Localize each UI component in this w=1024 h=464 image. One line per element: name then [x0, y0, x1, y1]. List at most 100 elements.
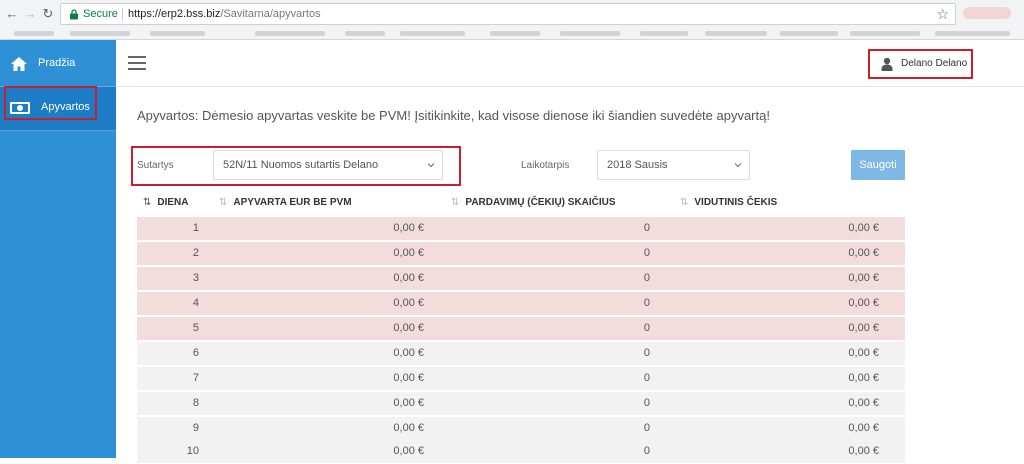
- column-header-average[interactable]: ⇅ VIDUTINIS ČEKIS: [680, 197, 777, 208]
- turnover-cell[interactable]: 0,00 €: [217, 422, 424, 434]
- count-cell[interactable]: 0: [437, 322, 650, 334]
- contract-label: Sutartys: [137, 160, 174, 171]
- count-cell[interactable]: 0: [437, 247, 650, 259]
- url-text: https://erp2.bss.biz/Savitarna/apyvartos: [128, 8, 321, 20]
- bookmark-item[interactable]: [490, 31, 540, 36]
- contract-select[interactable]: 52N/11 Nuomos sutartis Delano: [213, 150, 443, 180]
- turnover-cell[interactable]: 0,00 €: [217, 372, 424, 384]
- menu-toggle-icon[interactable]: [128, 56, 146, 70]
- turnover-cell[interactable]: 0,00 €: [217, 397, 424, 409]
- turnover-cell[interactable]: 0,00 €: [217, 347, 424, 359]
- page-notice: Apyvartos: Dėmesio apyvartas veskite be …: [137, 108, 770, 123]
- sort-icon: ⇅: [451, 197, 460, 208]
- sort-icon: ⇅: [680, 197, 689, 208]
- chevron-down-icon: [734, 163, 742, 168]
- url-path: /Savitarna/apyvartos: [220, 8, 321, 20]
- bookmark-item[interactable]: [560, 31, 620, 36]
- day-cell: 8: [192, 397, 199, 409]
- table-header: ⇅ DIENA ⇅ APYVARTA EUR BE PVM ⇅ PARDAVIMŲ (…: [137, 193, 905, 215]
- table-row[interactable]: 6 0,00 € 0 0,00 €: [137, 342, 905, 366]
- average-cell: 0,00 €: [848, 347, 879, 359]
- day-cell: 5: [192, 322, 199, 334]
- column-header-label: VIDUTINIS ČEKIS: [694, 197, 778, 208]
- bookmark-item[interactable]: [705, 31, 767, 36]
- bookmark-item[interactable]: [345, 31, 385, 36]
- average-cell: 0,00 €: [848, 272, 879, 284]
- column-header-turnover[interactable]: ⇅ APYVARTA EUR BE PVM: [219, 197, 352, 208]
- bookmark-item[interactable]: [400, 31, 465, 36]
- table-row[interactable]: 1 0,00 € 0 0,00 €: [137, 217, 905, 241]
- turnover-cell[interactable]: 0,00 €: [217, 445, 424, 457]
- table-row[interactable]: 2 0,00 € 0 0,00 €: [137, 242, 905, 266]
- forward-icon[interactable]: →: [22, 6, 38, 22]
- column-header-label: DIENA: [157, 197, 189, 208]
- bookmark-item[interactable]: [70, 31, 130, 36]
- bookmark-item[interactable]: [255, 31, 325, 36]
- day-cell: 2: [192, 247, 199, 259]
- average-cell: 0,00 €: [848, 372, 879, 384]
- period-label: Laikotarpis: [521, 160, 570, 171]
- table-row[interactable]: 3 0,00 € 0 0,00 €: [137, 267, 905, 291]
- user-menu[interactable]: Delano Delano: [868, 49, 973, 79]
- count-cell[interactable]: 0: [437, 297, 650, 309]
- reload-icon[interactable]: ↻: [40, 6, 56, 22]
- address-bar[interactable]: Secure https://erp2.bss.biz/Savitarna/ap…: [60, 3, 956, 25]
- table-row[interactable]: 9 0,00 € 0 0,00 €: [137, 417, 905, 441]
- turnover-cell[interactable]: 0,00 €: [217, 297, 424, 309]
- sort-icon: ⇅: [143, 197, 152, 208]
- period-select[interactable]: 2018 Sausis: [597, 150, 750, 180]
- bookmarks-bar: [0, 28, 1024, 39]
- count-cell[interactable]: 0: [437, 347, 650, 359]
- browser-chrome: ← → ↻ Secure https://erp2.bss.biz/Savita…: [0, 0, 1024, 40]
- day-cell: 3: [192, 272, 199, 284]
- count-cell[interactable]: 0: [437, 445, 650, 457]
- bookmark-item[interactable]: [935, 31, 1010, 36]
- address-separator: [122, 8, 123, 21]
- sidebar-divider: [0, 130, 116, 131]
- contract-value: 52N/11 Nuomos sutartis Delano: [223, 159, 379, 171]
- day-cell: 10: [186, 445, 199, 457]
- extension-icon[interactable]: [963, 7, 1011, 19]
- table-row[interactable]: 4 0,00 € 0 0,00 €: [137, 292, 905, 316]
- save-button[interactable]: Saugoti: [851, 150, 905, 180]
- day-cell: 6: [192, 347, 199, 359]
- turnover-cell[interactable]: 0,00 €: [217, 272, 424, 284]
- average-cell: 0,00 €: [848, 397, 879, 409]
- count-cell[interactable]: 0: [437, 422, 650, 434]
- column-header-day[interactable]: ⇅ DIENA: [143, 197, 189, 208]
- turnover-cell[interactable]: 0,00 €: [217, 322, 424, 334]
- user-name: Delano Delano: [901, 58, 968, 69]
- table-row[interactable]: 10 0,00 € 0 0,00 €: [137, 440, 905, 464]
- count-cell[interactable]: 0: [437, 272, 650, 284]
- table-row[interactable]: 8 0,00 € 0 0,00 €: [137, 392, 905, 416]
- sidebar-item-pradzia[interactable]: Pradžia: [0, 43, 116, 87]
- table-row[interactable]: 5 0,00 € 0 0,00 €: [137, 317, 905, 341]
- user-icon: [881, 57, 893, 71]
- bookmark-item[interactable]: [150, 31, 205, 36]
- count-cell[interactable]: 0: [437, 222, 650, 234]
- back-icon[interactable]: ←: [4, 6, 20, 22]
- bookmark-star-icon[interactable]: ☆: [936, 6, 949, 23]
- average-cell: 0,00 €: [848, 297, 879, 309]
- bookmark-item[interactable]: [640, 31, 688, 36]
- average-cell: 0,00 €: [848, 222, 879, 234]
- turnover-cell[interactable]: 0,00 €: [217, 222, 424, 234]
- column-header-label: APYVARTA EUR BE PVM: [233, 197, 352, 208]
- table-row[interactable]: 7 0,00 € 0 0,00 €: [137, 367, 905, 391]
- count-cell[interactable]: 0: [437, 372, 650, 384]
- annotation-highlight: [4, 86, 97, 120]
- average-cell: 0,00 €: [848, 445, 879, 457]
- turnover-cell[interactable]: 0,00 €: [217, 247, 424, 259]
- sort-icon: ⇅: [219, 197, 228, 208]
- bookmark-item[interactable]: [850, 31, 920, 36]
- bookmark-item[interactable]: [14, 31, 54, 36]
- top-bar: Delano Delano: [116, 40, 1024, 87]
- day-cell: 9: [192, 422, 199, 434]
- bookmark-item[interactable]: [780, 31, 838, 36]
- average-cell: 0,00 €: [848, 322, 879, 334]
- average-cell: 0,00 €: [848, 247, 879, 259]
- chevron-down-icon: [427, 163, 435, 168]
- secure-label: Secure: [83, 8, 118, 20]
- column-header-count[interactable]: ⇅ PARDAVIMŲ (ČEKIŲ) SKAIČIUS: [451, 197, 616, 208]
- count-cell[interactable]: 0: [437, 397, 650, 409]
